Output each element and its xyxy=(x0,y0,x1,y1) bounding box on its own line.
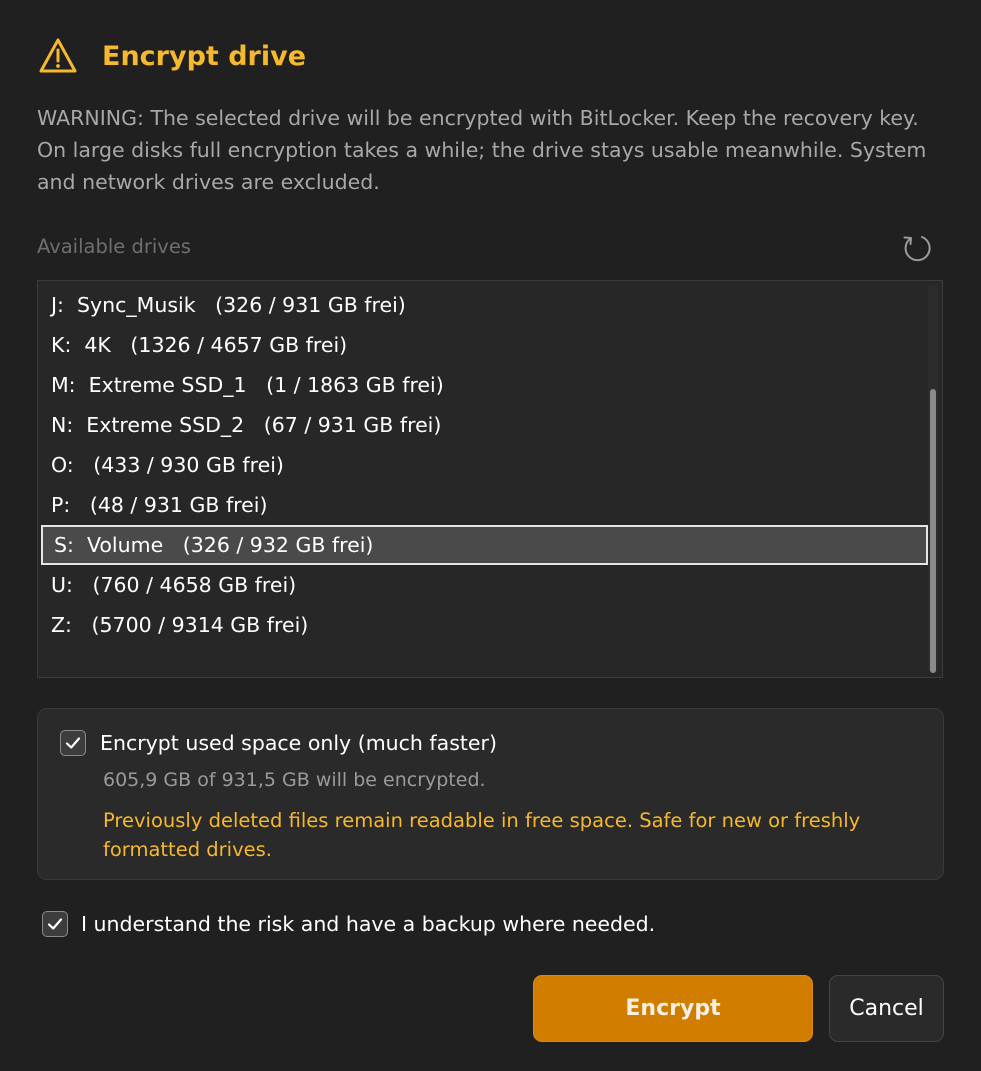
risk-ack-checkbox[interactable] xyxy=(42,911,68,937)
encryption-summary: 605,9 GB of 931,5 GB will be encrypted. xyxy=(103,769,486,791)
scrollbar-track[interactable] xyxy=(928,285,938,673)
drives-label: Available drives xyxy=(37,235,191,258)
warning-triangle-icon xyxy=(38,36,78,76)
drive-item[interactable]: Z: (5700 / 9314 GB frei) xyxy=(38,605,928,645)
encryption-options-panel: Encrypt used space only (much faster) 60… xyxy=(37,708,944,880)
refresh-button[interactable] xyxy=(900,231,934,265)
free-space-note: Previously deleted files remain readable… xyxy=(103,809,861,861)
used-space-only-checkbox[interactable] xyxy=(60,730,86,756)
drive-list[interactable]: J: Sync_Musik (326 / 931 GB frei) K: 4K (… xyxy=(37,280,943,678)
checkmark-icon xyxy=(47,918,63,930)
scrollbar-thumb[interactable] xyxy=(930,389,936,673)
drive-item[interactable]: N: Extreme SSD_2 (67 / 931 GB frei) xyxy=(38,405,928,445)
used-space-only-label[interactable]: Encrypt used space only (much faster) xyxy=(100,731,497,755)
warning-text: WARNING: The selected drive will be encr… xyxy=(37,106,927,194)
drive-item[interactable]: S: Volume (326 / 932 GB frei) xyxy=(41,525,928,565)
title-row: Encrypt drive xyxy=(38,36,306,76)
drive-item[interactable]: U: (760 / 4658 GB frei) xyxy=(38,565,928,605)
drive-item[interactable]: O: (433 / 930 GB frei) xyxy=(38,445,928,485)
drive-item[interactable]: M: Extreme SSD_1 (1 / 1863 GB frei) xyxy=(38,365,928,405)
drive-item[interactable]: J: Sync_Musik (326 / 931 GB frei) xyxy=(38,285,928,325)
drive-item[interactable]: K: 4K (1326 / 4657 GB frei) xyxy=(38,325,928,365)
risk-ack-label[interactable]: I understand the risk and have a backup … xyxy=(81,912,655,936)
refresh-icon xyxy=(900,236,934,269)
cancel-button[interactable]: Cancel xyxy=(829,975,944,1042)
dialog-title: Encrypt drive xyxy=(102,40,307,72)
checkmark-icon xyxy=(65,737,81,749)
encrypt-drive-dialog: Encrypt drive WARNING: The selected driv… xyxy=(0,0,981,1071)
drive-items: J: Sync_Musik (326 / 931 GB frei) K: 4K (… xyxy=(38,285,928,645)
drive-item[interactable]: P: (48 / 931 GB frei) xyxy=(38,485,928,525)
encrypt-button[interactable]: Encrypt xyxy=(533,975,813,1042)
